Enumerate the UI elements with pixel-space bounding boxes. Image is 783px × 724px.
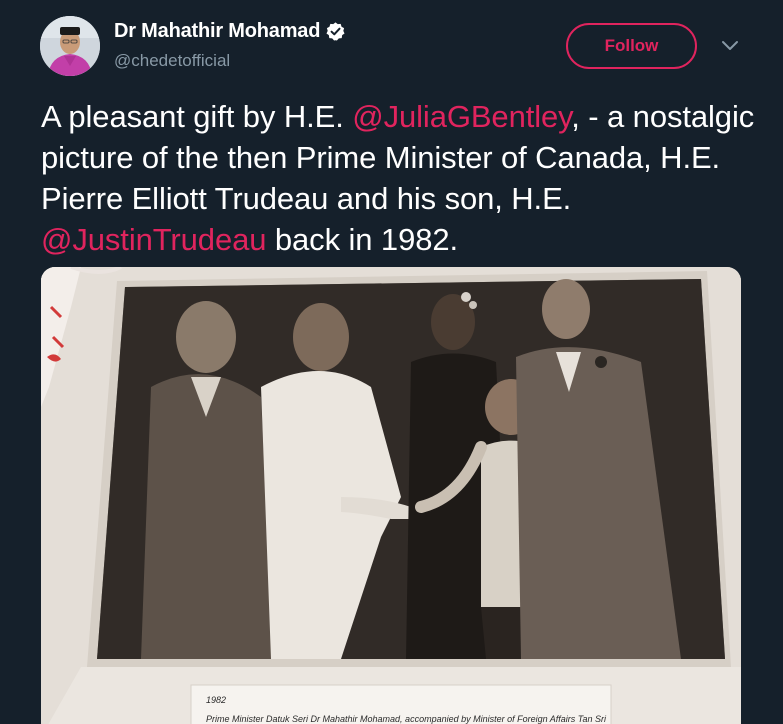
follow-button[interactable]: Follow [566,23,697,69]
tweet-media-photo[interactable]: 1982 Prime Minister Datuk Seri Dr Mahath… [41,267,741,724]
photo-caption-text: Prime Minister Datuk Seri Dr Mahathir Mo… [206,714,606,724]
tweet-text-segment: back in 1982. [266,222,458,257]
photo-caption-year: 1982 [206,695,227,705]
author-name-row[interactable]: Dr Mahathir Mohamad [114,17,346,45]
author-handle[interactable]: @chedetofficial [114,51,230,71]
tweet-text: A pleasant gift by H.E. @JuliaGBentley, … [41,96,761,260]
verified-badge-icon [326,21,345,41]
avatar[interactable] [40,16,100,76]
mention-link-julia[interactable]: @JuliaGBentley [352,99,571,134]
chevron-down-icon[interactable] [720,38,740,54]
tweet-text-segment: A pleasant gift by H.E. [41,99,353,134]
avatar-portrait [40,16,100,76]
author-name[interactable]: Dr Mahathir Mohamad [114,20,320,43]
mention-link-justin[interactable]: @JustinTrudeau [41,222,266,257]
framed-photo-image [41,267,741,724]
